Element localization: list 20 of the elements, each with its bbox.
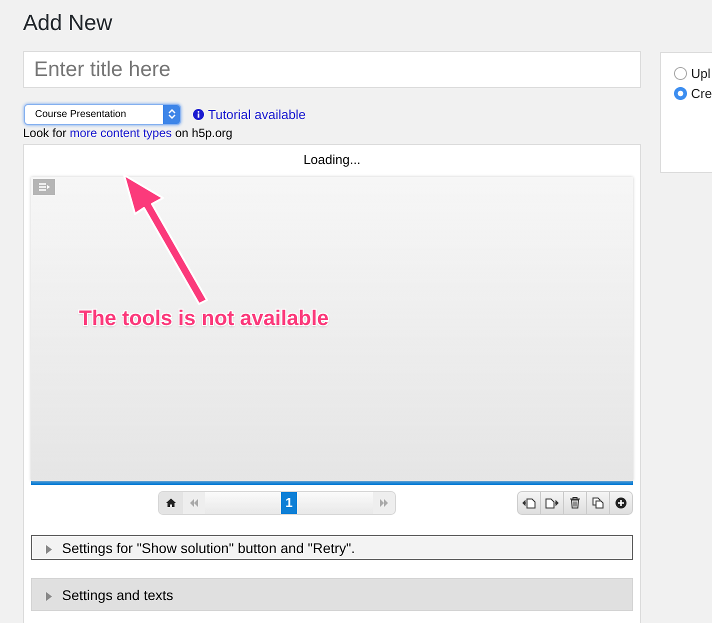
radio-button[interactable]	[674, 86, 687, 100]
home-icon[interactable]	[159, 492, 183, 514]
expand-triangle-icon	[46, 544, 52, 554]
page-title: Add New	[23, 10, 114, 36]
select-arrows-icon	[168, 108, 176, 120]
expand-triangle-icon	[46, 592, 52, 600]
option-label: Cre	[691, 86, 712, 100]
radio-button[interactable]	[674, 66, 687, 80]
settings-section[interactable]: Settings and texts	[31, 578, 633, 611]
annotation-text: The tools is not available	[79, 307, 329, 331]
hint-text: Look for more content types on h5p.org	[23, 126, 234, 141]
tutorial-link[interactable]: Tutorial available	[208, 106, 306, 122]
settings-section[interactable]: Settings for "Show solution" button and "Retry".	[31, 535, 633, 560]
slide-number[interactable]: 1	[281, 492, 297, 514]
option-label: Upl	[691, 66, 711, 80]
title-field[interactable]: Enter title here	[23, 51, 641, 88]
content-types-link[interactable]: more content types	[70, 126, 172, 140]
content-type-select[interactable]: Course Presentation	[24, 104, 181, 124]
loading-text: Loading...	[302, 152, 362, 168]
info-icon	[193, 108, 204, 120]
